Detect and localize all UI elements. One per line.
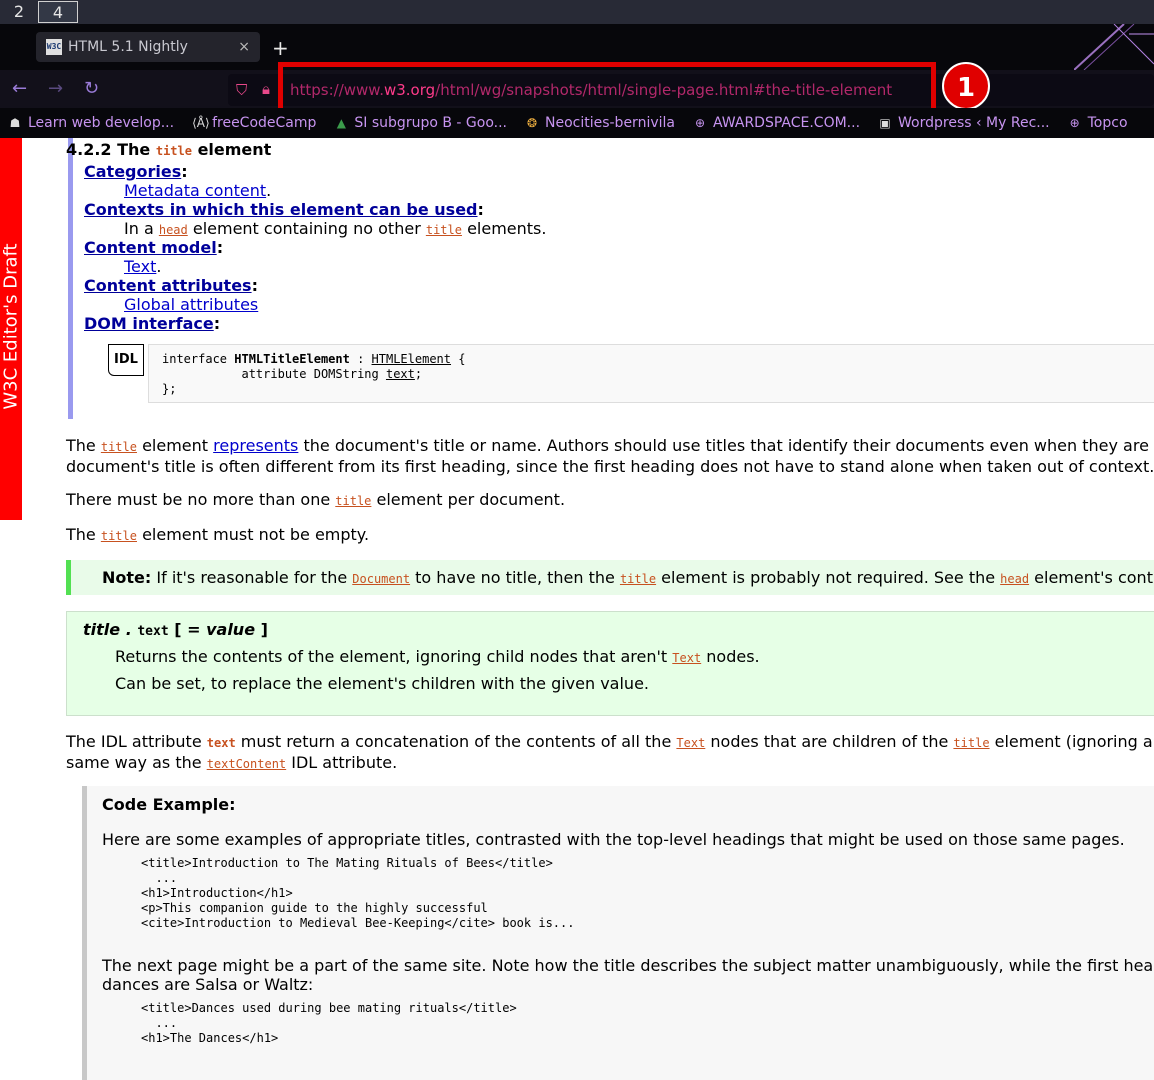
draft-banner[interactable]: W3C Editor's Draft bbox=[0, 138, 22, 520]
dom-interface-link[interactable]: DOM interface bbox=[84, 314, 214, 333]
page-content: W3C Editor's Draft 4.2.2 The title eleme… bbox=[0, 138, 1154, 1080]
contexts-value-row: In a head element containing no other ti… bbox=[124, 219, 547, 238]
lock-icon[interactable]: 🔒︎ bbox=[262, 80, 270, 98]
title-link[interactable]: title bbox=[335, 494, 371, 508]
categories-row: Categories: bbox=[84, 162, 188, 181]
bookmark-item[interactable]: ☗ Learn web develop... bbox=[8, 115, 174, 131]
content-model-link[interactable]: Content model bbox=[84, 238, 217, 257]
htmlelement-link[interactable]: HTMLElement bbox=[372, 352, 451, 366]
example-mid-text: The next page might be a part of the sam… bbox=[102, 956, 1154, 994]
metadata-content-link[interactable]: Metadata content bbox=[124, 181, 266, 200]
title-link[interactable]: title bbox=[620, 572, 656, 586]
example-code-1: <title>Introduction to The Mating Ritual… bbox=[141, 856, 575, 930]
draft-banner-text: W3C Editor's Draft bbox=[0, 243, 22, 410]
forward-button[interactable]: → bbox=[48, 78, 63, 99]
title-link[interactable]: title bbox=[101, 529, 137, 543]
workspace-2-button[interactable]: 2 bbox=[2, 1, 36, 23]
tab-title: HTML 5.1 Nightly bbox=[68, 39, 188, 55]
mdn-icon: ☗ bbox=[9, 116, 21, 130]
contexts-row: Contexts in which this element can be us… bbox=[84, 200, 484, 219]
bookmark-item[interactable]: ▲ SI subgrupo B - Goo... bbox=[334, 115, 507, 131]
api-description-set: Can be set, to replace the element's chi… bbox=[115, 674, 649, 693]
note-box: Note: If it's reasonable for the Documen… bbox=[66, 560, 1154, 595]
example-code-2: <title>Dances used during bee mating rit… bbox=[141, 1001, 517, 1045]
back-button[interactable]: ← bbox=[12, 78, 27, 99]
annotation-marker: 1 bbox=[942, 62, 990, 110]
paragraph-represents: The title element represents the documen… bbox=[66, 436, 1154, 476]
text-link[interactable]: Text bbox=[124, 257, 156, 276]
head-link[interactable]: head bbox=[1000, 572, 1029, 586]
categories-link[interactable]: Categories bbox=[84, 162, 181, 181]
tab-close-icon[interactable]: × bbox=[238, 39, 250, 55]
content-attributes-row: Content attributes: bbox=[84, 276, 258, 295]
content-model-value-row: Text. bbox=[124, 257, 162, 276]
categories-value-row: Metadata content. bbox=[124, 181, 272, 200]
shield-icon[interactable]: ⛉ bbox=[236, 81, 247, 99]
paragraph-idl-attribute: The IDL attribute text must return a con… bbox=[66, 732, 1154, 772]
example-intro: Here are some examples of appropriate ti… bbox=[102, 830, 1125, 849]
content-attributes-value-row: Global attributes bbox=[124, 295, 258, 314]
content-model-row: Content model: bbox=[84, 238, 224, 257]
drive-icon: ▲ bbox=[336, 116, 347, 130]
title-link[interactable]: title bbox=[426, 223, 462, 237]
idl-label: IDL bbox=[108, 344, 144, 376]
head-link[interactable]: head bbox=[159, 223, 188, 237]
decorative-wallpaper bbox=[1074, 24, 1154, 70]
section-heading: 4.2.2 The title element bbox=[66, 140, 272, 159]
api-description-get: Returns the contents of the element, ign… bbox=[115, 647, 760, 666]
freecodecamp-icon: ⟨Å⟩ bbox=[192, 116, 210, 130]
globe-icon: ⊕ bbox=[1069, 116, 1080, 130]
document-link[interactable]: Document bbox=[352, 572, 410, 586]
global-attributes-link[interactable]: Global attributes bbox=[124, 295, 258, 314]
new-tab-button[interactable]: + bbox=[272, 36, 289, 60]
wordpress-icon: ▣ bbox=[879, 116, 891, 130]
bookmark-item[interactable]: ❂ Neocities-bernivila bbox=[525, 115, 675, 131]
neocities-icon: ❂ bbox=[526, 116, 538, 130]
reload-button[interactable]: ↻ bbox=[84, 78, 99, 99]
text-attribute-code: text bbox=[206, 736, 236, 750]
api-signature: title . text [ = value ] bbox=[83, 620, 268, 639]
bookmark-item[interactable]: ⟨Å⟩ freeCodeCamp bbox=[192, 115, 316, 131]
globe-icon: ⊕ bbox=[694, 116, 706, 130]
workspace-bar: 2 4 bbox=[0, 0, 1154, 24]
idl-code-block: interface HTMLTitleElement : HTMLElement… bbox=[148, 344, 1154, 403]
example-title: Code Example: bbox=[102, 795, 236, 814]
paragraph-not-empty: The title element must not be empty. bbox=[66, 525, 370, 544]
workspace-4-button[interactable]: 4 bbox=[38, 1, 78, 23]
browser-tab[interactable]: W3C HTML 5.1 Nightly × bbox=[36, 32, 260, 62]
bookmark-item[interactable]: ▣ Wordpress ‹ My Rec... bbox=[878, 115, 1049, 131]
bookmarks-bar: ☗ Learn web develop... ⟨Å⟩ freeCodeCamp ▲ S… bbox=[0, 108, 1154, 138]
code-example-box: Code Example: Here are some examples of … bbox=[82, 786, 1154, 1080]
text-attribute-link[interactable]: text bbox=[386, 367, 415, 381]
paragraph-one-per-document: There must be no more than one title ele… bbox=[66, 490, 566, 509]
title-link[interactable]: title bbox=[953, 736, 989, 750]
text-link[interactable]: Text bbox=[676, 736, 705, 750]
w3c-favicon-icon: W3C bbox=[46, 39, 62, 55]
represents-link[interactable]: represents bbox=[213, 436, 298, 455]
text-link[interactable]: Text bbox=[672, 651, 701, 665]
dom-interface-row: DOM interface: bbox=[84, 314, 221, 333]
contexts-link[interactable]: Contexts in which this element can be us… bbox=[84, 200, 478, 219]
title-link[interactable]: title bbox=[101, 440, 137, 454]
domintro-box: title . text [ = value ] Returns the con… bbox=[66, 611, 1154, 716]
content-attributes-link[interactable]: Content attributes bbox=[84, 276, 252, 295]
bookmark-item[interactable]: ⊕ Topco bbox=[1068, 115, 1128, 131]
textcontent-link[interactable]: textContent bbox=[207, 757, 286, 771]
bookmark-item[interactable]: ⊕ AWARDSPACE.COM... bbox=[693, 115, 860, 131]
